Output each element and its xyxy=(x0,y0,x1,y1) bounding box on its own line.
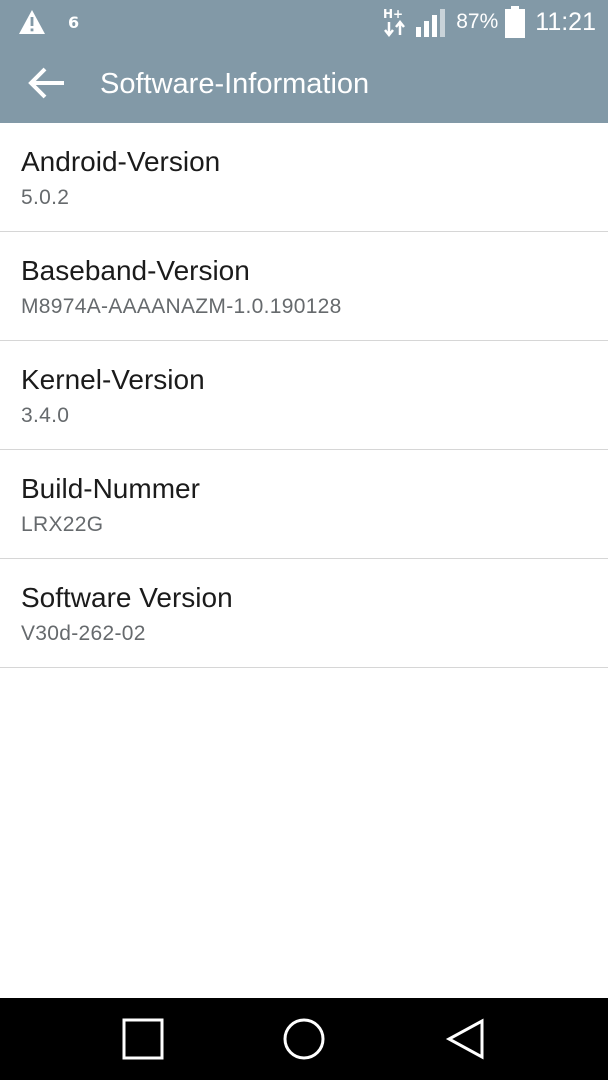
battery-percent: 87% xyxy=(456,10,499,33)
page-title: Software-Information xyxy=(100,68,370,100)
list-item-kernel-version[interactable]: Kernel-Version 3.4.0 xyxy=(0,341,608,450)
list-item-baseband-version[interactable]: Baseband-Version M8974A-AAAANAZM-1.0.190… xyxy=(0,232,608,341)
warning-icon xyxy=(19,10,45,34)
top-bar: 6 H+ 87% 11:21 Software-Information xyxy=(0,0,608,123)
app-bar: Software-Information xyxy=(0,44,608,123)
item-value: LRX22G xyxy=(21,513,104,536)
info-list: Android-Version 5.0.2 Baseband-Version M… xyxy=(0,123,608,668)
recents-button[interactable] xyxy=(118,1014,168,1064)
navigation-bar xyxy=(0,998,608,1080)
item-value: 3.4.0 xyxy=(21,404,70,427)
item-value: 5.0.2 xyxy=(21,186,70,209)
status-bar: 6 H+ 87% 11:21 xyxy=(0,0,608,44)
status-right: H+ 87% 11:21 xyxy=(383,4,596,40)
item-title: Build-Nummer xyxy=(21,473,200,504)
item-title: Baseband-Version xyxy=(21,255,250,286)
item-value: M8974A-AAAANAZM-1.0.190128 xyxy=(21,295,342,318)
battery-icon xyxy=(505,6,526,38)
signal-strength-icon xyxy=(416,9,446,37)
clock: 11:21 xyxy=(535,7,596,36)
list-item-build-number[interactable]: Build-Nummer LRX22G xyxy=(0,450,608,559)
back-icon xyxy=(445,1018,484,1060)
back-button[interactable] xyxy=(22,62,70,104)
item-title: Android-Version xyxy=(21,146,221,177)
list-item-android-version[interactable]: Android-Version 5.0.2 xyxy=(0,123,608,232)
item-title: Kernel-Version xyxy=(21,364,205,395)
nav-back-button[interactable] xyxy=(440,1014,490,1064)
recents-icon xyxy=(122,1018,164,1060)
home-icon xyxy=(283,1018,325,1060)
network-hplus-icon: H+ xyxy=(383,7,406,38)
svg-text:H+: H+ xyxy=(383,7,403,21)
screen: 6 H+ 87% 11:21 Software-Information Andr… xyxy=(0,0,608,1080)
item-value: V30d-262-02 xyxy=(21,622,146,645)
home-button[interactable] xyxy=(279,1014,329,1064)
item-title: Software Version xyxy=(21,582,233,613)
arrow-back-icon xyxy=(28,67,64,99)
list-item-software-version[interactable]: Software Version V30d-262-02 xyxy=(0,559,608,668)
status-left: 6 xyxy=(18,8,79,36)
notification-count: 6 xyxy=(68,12,80,32)
